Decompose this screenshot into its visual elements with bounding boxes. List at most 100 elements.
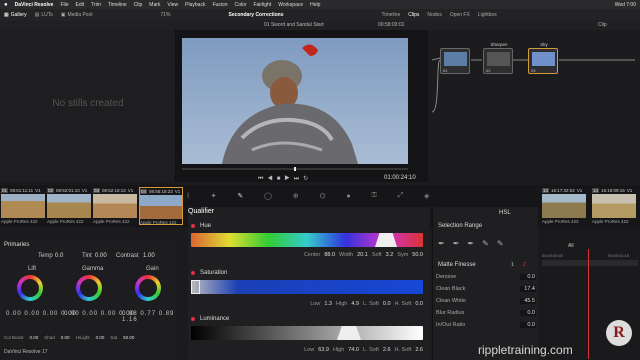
picker-plus-icon[interactable]: ✒	[467, 239, 474, 248]
curves-icon[interactable]: ⌇	[186, 192, 189, 200]
menu-fairlight[interactable]: Fairlight	[253, 2, 271, 8]
saturation-toggle-icon[interactable]	[191, 271, 195, 275]
hue-values: Center 88.0 Width 20.1 Soft 3.2 Sym 50.0	[303, 252, 423, 258]
app-menu[interactable]: DaVinci Resolve	[15, 2, 54, 8]
denoise-row[interactable]: Denoise 0.0	[436, 274, 536, 280]
clean-white-row[interactable]: Clean White 45.5	[436, 298, 536, 304]
tint-label: Tint	[82, 253, 92, 259]
node-mode[interactable]: Clip	[598, 22, 607, 28]
no-stills-message: No stills created	[52, 98, 124, 109]
node-01[interactable]: 01	[440, 48, 470, 74]
magic-mask-icon[interactable]: ⌬	[319, 192, 325, 200]
menu-timeline[interactable]: Timeline	[108, 2, 127, 8]
blur-radius-row[interactable]: Blur Radius 0.0	[436, 310, 536, 316]
qualifier-panel: Qualifier Hue Center 88.0 Width 20.1 Soft 3…	[188, 207, 430, 360]
menu-edit[interactable]: Edit	[76, 2, 85, 8]
window-icon[interactable]: ◯	[264, 192, 272, 200]
gallery-button[interactable]: ▦ Gallery	[0, 10, 31, 20]
clip-13[interactable]: 13 16:17:32:02 V1 Apple ProRes 422	[542, 187, 586, 225]
lightbox-button[interactable]: Lightbox	[474, 10, 501, 20]
selection-range-panel: Selection Range HSL ✒ ✒ ✒ ✎ ✎ Matte Fine…	[432, 207, 538, 360]
gamma-label: Gamma	[82, 266, 104, 272]
menu-fusion[interactable]: Fusion	[212, 2, 227, 8]
viewer-timecode: 01:00:24:10	[384, 175, 416, 181]
contrast-value[interactable]: 1.00	[143, 253, 155, 259]
luminance-section: Luminance	[191, 316, 229, 322]
clip-14[interactable]: 14 16:18:09:16 V1 Apple ProRes 422	[592, 187, 636, 225]
luminance-toggle-icon[interactable]	[191, 317, 195, 321]
zoom-level[interactable]: 71%	[156, 10, 174, 20]
media-pool-button[interactable]: ▣ Media Pool	[57, 10, 97, 20]
node-sky[interactable]: Sky 03	[528, 42, 558, 74]
warper-icon[interactable]: ✦	[211, 192, 217, 200]
playhead[interactable]	[588, 249, 589, 359]
menu-view[interactable]: View	[167, 2, 178, 8]
saturation-section: Saturation	[191, 270, 227, 276]
primaries-panel: Primaries Temp 0.0 Tint 0.00 Contrast 1.…	[0, 239, 176, 360]
sizing-icon[interactable]: ⤢	[398, 192, 404, 200]
menu-color[interactable]: Color	[234, 2, 246, 8]
gain-label: Gain	[146, 266, 159, 272]
menu-workspace[interactable]: Workspace	[278, 2, 303, 8]
luts-icon: ▤	[34, 12, 40, 18]
clip-03[interactable]: 03 08:52:19:13 V1 Apple ProRes 422	[93, 187, 137, 225]
tracker-icon[interactable]: ⊕	[293, 192, 299, 200]
menu-trim[interactable]: Trim	[91, 2, 101, 8]
matte-finesse-title: Matte Finesse	[438, 262, 476, 268]
keyframe-end-time: 00:00:01:15	[608, 253, 630, 258]
keyframe-track[interactable]	[542, 260, 638, 266]
luminance-values: Low 63.9 High 74.0 L. Soft 2.6 H. Soft 2.6	[304, 347, 423, 353]
luminance-bar[interactable]	[191, 326, 423, 340]
menu-playback[interactable]: Playback	[185, 2, 205, 8]
picker-icon[interactable]: ✒	[438, 239, 445, 248]
gallery-icon: ▦	[4, 12, 9, 18]
open-fx-button[interactable]: Open FX	[446, 10, 474, 20]
clip-01[interactable]: 01 08:51:11:11 V1 Apple ProRes 422	[1, 187, 45, 225]
keyframe-start-time: 00:00:00:00	[542, 253, 564, 258]
tab-2[interactable]: 2	[523, 262, 526, 268]
lift-wheel[interactable]	[17, 275, 43, 301]
key-icon[interactable]: ⚿	[371, 192, 376, 200]
gain-wheel[interactable]	[135, 275, 161, 301]
menu-file[interactable]: File	[60, 2, 68, 8]
clips-button[interactable]: Clips	[404, 10, 423, 20]
saturation-bar[interactable]	[191, 280, 423, 294]
menu-clip[interactable]: Clip	[134, 2, 143, 8]
menu-mark[interactable]: Mark	[149, 2, 160, 8]
picker-minus-icon[interactable]: ✒	[453, 239, 460, 248]
watermark: rippletraining.com	[478, 343, 573, 357]
feather-minus-icon[interactable]: ✎	[482, 239, 489, 248]
nodes-button[interactable]: Nodes	[423, 10, 445, 20]
qualifier-icon[interactable]: ✎	[237, 192, 243, 200]
feather-plus-icon[interactable]: ✎	[497, 239, 504, 248]
hue-toggle-icon[interactable]	[191, 224, 195, 228]
clean-black-row[interactable]: Clean Black 17.4	[436, 286, 536, 292]
transport-controls[interactable]: ⏮◀■▶⏭↻	[258, 175, 312, 183]
blur-icon[interactable]: ●	[346, 193, 350, 200]
saturation-values: Low 1.3 High 4.9 L. Soft 0.0 H. Soft 0.0	[310, 301, 423, 307]
palette-toolbar: ⌇ ✦ ✎ ◯ ⊕ ⌬ ● ⚿ ⤢ ◈	[176, 187, 440, 205]
timeline-button[interactable]: Timeline	[378, 10, 405, 20]
3d-icon[interactable]: ◈	[424, 192, 429, 200]
keyframe-filter[interactable]: All	[568, 243, 574, 249]
viewer-scrubber[interactable]	[182, 167, 408, 171]
tint-value[interactable]: 0.00	[95, 253, 107, 259]
luts-button[interactable]: ▤ LUTs	[31, 10, 57, 20]
media-pool-icon: ▣	[60, 12, 66, 18]
clip-02[interactable]: 02 08:52:01:10 V1 Apple ProRes 422	[47, 187, 91, 225]
status-version: DaVinci Resolve 17	[4, 349, 48, 355]
viewer-info-bar: 01 Sword and Sandal Start 00:58:03:01 Cl…	[0, 21, 640, 30]
node-sharpen[interactable]: Sharpen 02	[483, 42, 513, 74]
menu-help[interactable]: Help	[310, 2, 320, 8]
temp-value[interactable]: 0.0	[55, 253, 63, 259]
gain-values: 0.88 0.77 0.89 1.16	[122, 311, 175, 323]
ripple-logo: R	[606, 320, 632, 346]
tab-1[interactable]: 1	[511, 262, 514, 268]
apple-icon[interactable]: ●	[4, 2, 8, 8]
qualifier-mode[interactable]: HSL	[499, 210, 511, 216]
hue-bar[interactable]	[191, 233, 423, 247]
in-out-ratio-row[interactable]: In/Out Ratio 0.0	[436, 322, 536, 328]
clock: Wed 7:00	[614, 1, 636, 8]
gamma-wheel[interactable]	[76, 275, 102, 301]
video-frame[interactable]	[182, 38, 408, 164]
